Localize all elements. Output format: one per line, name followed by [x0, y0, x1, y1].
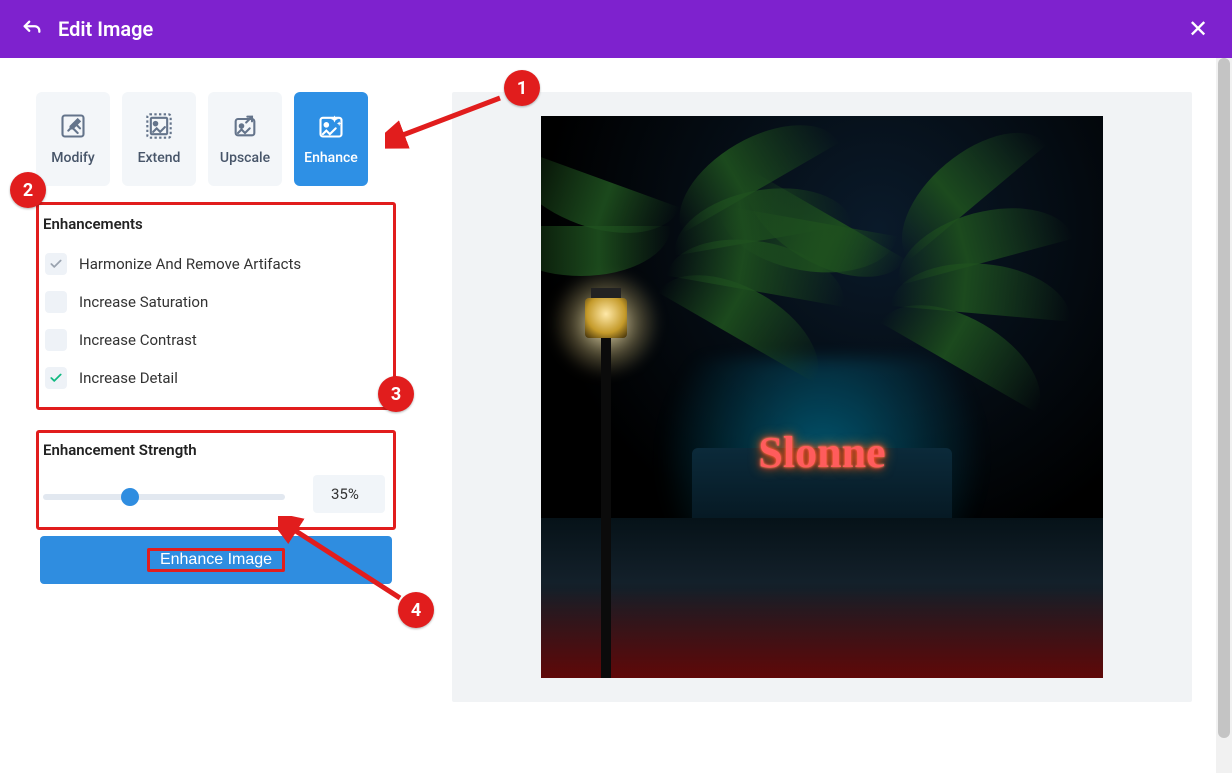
checkbox-harmonize[interactable]	[45, 253, 67, 275]
annotation-3-badge: 3	[378, 376, 414, 412]
annotation-3: 3	[378, 376, 414, 412]
annotation-1-badge: 1	[504, 70, 540, 106]
checkbox-row-detail: Increase Detail	[43, 359, 385, 397]
main-content: Modify Extend Upscale	[0, 58, 1232, 702]
tab-upscale-label: Upscale	[220, 150, 270, 166]
enhancements-group: Enhancements Harmonize And Remove Artifa…	[36, 202, 396, 410]
label-harmonize: Harmonize And Remove Artifacts	[79, 255, 301, 273]
label-contrast: Increase Contrast	[79, 331, 197, 349]
tab-enhance-label: Enhance	[304, 150, 358, 166]
tab-modify[interactable]: Modify	[36, 92, 110, 186]
tab-extend[interactable]: Extend	[122, 92, 196, 186]
annotation-1-arrow	[385, 92, 505, 152]
image-preview-panel: Slonne	[452, 92, 1192, 702]
checkbox-row-harmonize: Harmonize And Remove Artifacts	[43, 245, 385, 283]
tool-tabs: Modify Extend Upscale	[36, 92, 396, 186]
strength-group: Enhancement Strength 35%	[36, 430, 396, 530]
annotation-1: 1	[504, 70, 540, 106]
checkbox-row-saturation: Increase Saturation	[43, 283, 385, 321]
annotation-2: 2	[10, 172, 46, 208]
tab-upscale[interactable]: Upscale	[208, 92, 282, 186]
scrollbar-thumb[interactable]	[1218, 58, 1230, 738]
strength-title: Enhancement Strength	[43, 441, 385, 459]
tab-modify-label: Modify	[51, 150, 94, 166]
close-icon[interactable]: ✕	[1184, 15, 1212, 43]
checkbox-saturation[interactable]	[45, 291, 67, 313]
header-bar: Edit Image ✕	[0, 0, 1232, 58]
enhance-image-label: Enhance Image	[147, 548, 285, 572]
header-left: Edit Image	[20, 17, 153, 41]
slider-wrap	[43, 485, 285, 504]
label-saturation: Increase Saturation	[79, 293, 208, 311]
checkbox-row-contrast: Increase Contrast	[43, 321, 385, 359]
checkbox-detail[interactable]	[45, 367, 67, 389]
tab-extend-label: Extend	[138, 150, 181, 166]
strength-slider[interactable]	[43, 494, 285, 500]
neon-sign-text: Slonne	[758, 427, 885, 478]
page-title: Edit Image	[58, 17, 153, 41]
tab-enhance[interactable]: Enhance	[294, 92, 368, 186]
slider-row: 35%	[43, 475, 385, 513]
strength-value: 35%	[313, 475, 385, 513]
back-icon[interactable]	[20, 17, 44, 41]
annotation-4-arrow	[278, 516, 418, 616]
checkbox-contrast[interactable]	[45, 329, 67, 351]
label-detail: Increase Detail	[79, 369, 178, 387]
annotation-2-badge: 2	[10, 172, 46, 208]
enhancements-title: Enhancements	[43, 215, 385, 233]
preview-image: Slonne	[541, 116, 1103, 678]
